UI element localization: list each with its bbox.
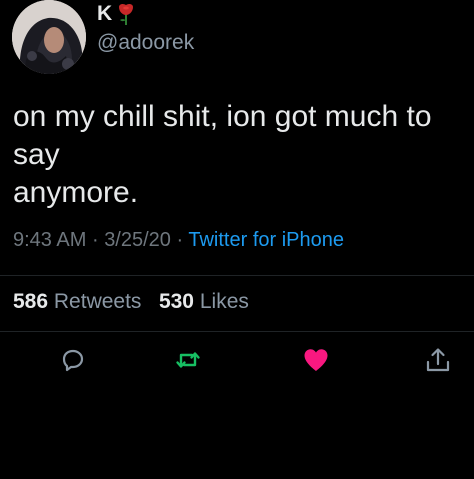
display-name[interactable]: K	[97, 3, 112, 25]
retweets-count: 586	[13, 290, 49, 313]
share-icon[interactable]	[423, 345, 453, 375]
likes-count: 530	[158, 290, 194, 313]
divider	[0, 331, 474, 332]
likes-stat[interactable]: 530 Likes	[159, 290, 249, 313]
reply-icon[interactable]	[58, 345, 88, 375]
tweet-stats: 586 Retweets 530 Likes	[13, 290, 249, 314]
retweets-stat[interactable]: 586 Retweets	[13, 290, 141, 313]
name-row: K	[97, 3, 136, 25]
meta-separator: ·	[91, 229, 99, 251]
likes-label: Likes	[199, 290, 249, 313]
tweet-source-link[interactable]: Twitter for iPhone	[188, 229, 344, 251]
retweet-icon[interactable]	[173, 345, 203, 375]
tweet-meta: 9:43 AM · 3/25/20 · Twitter for iPhone	[13, 229, 344, 252]
tweet-text: on my chill shit, ion got much to say an…	[13, 100, 432, 209]
user-handle[interactable]: @adoorek	[97, 31, 194, 55]
rose-icon	[116, 3, 136, 25]
divider	[0, 275, 474, 276]
retweets-label: Retweets	[53, 290, 142, 313]
tweet-detail: K @adoorek on my chill shit, ion got muc…	[0, 0, 474, 479]
avatar[interactable]	[12, 0, 86, 74]
tweet-date: 3/25/20	[104, 229, 171, 251]
avatar-photo	[12, 0, 86, 74]
heart-icon[interactable]	[301, 345, 331, 375]
meta-separator: ·	[176, 229, 184, 251]
tweet-time: 9:43 AM	[13, 229, 87, 251]
